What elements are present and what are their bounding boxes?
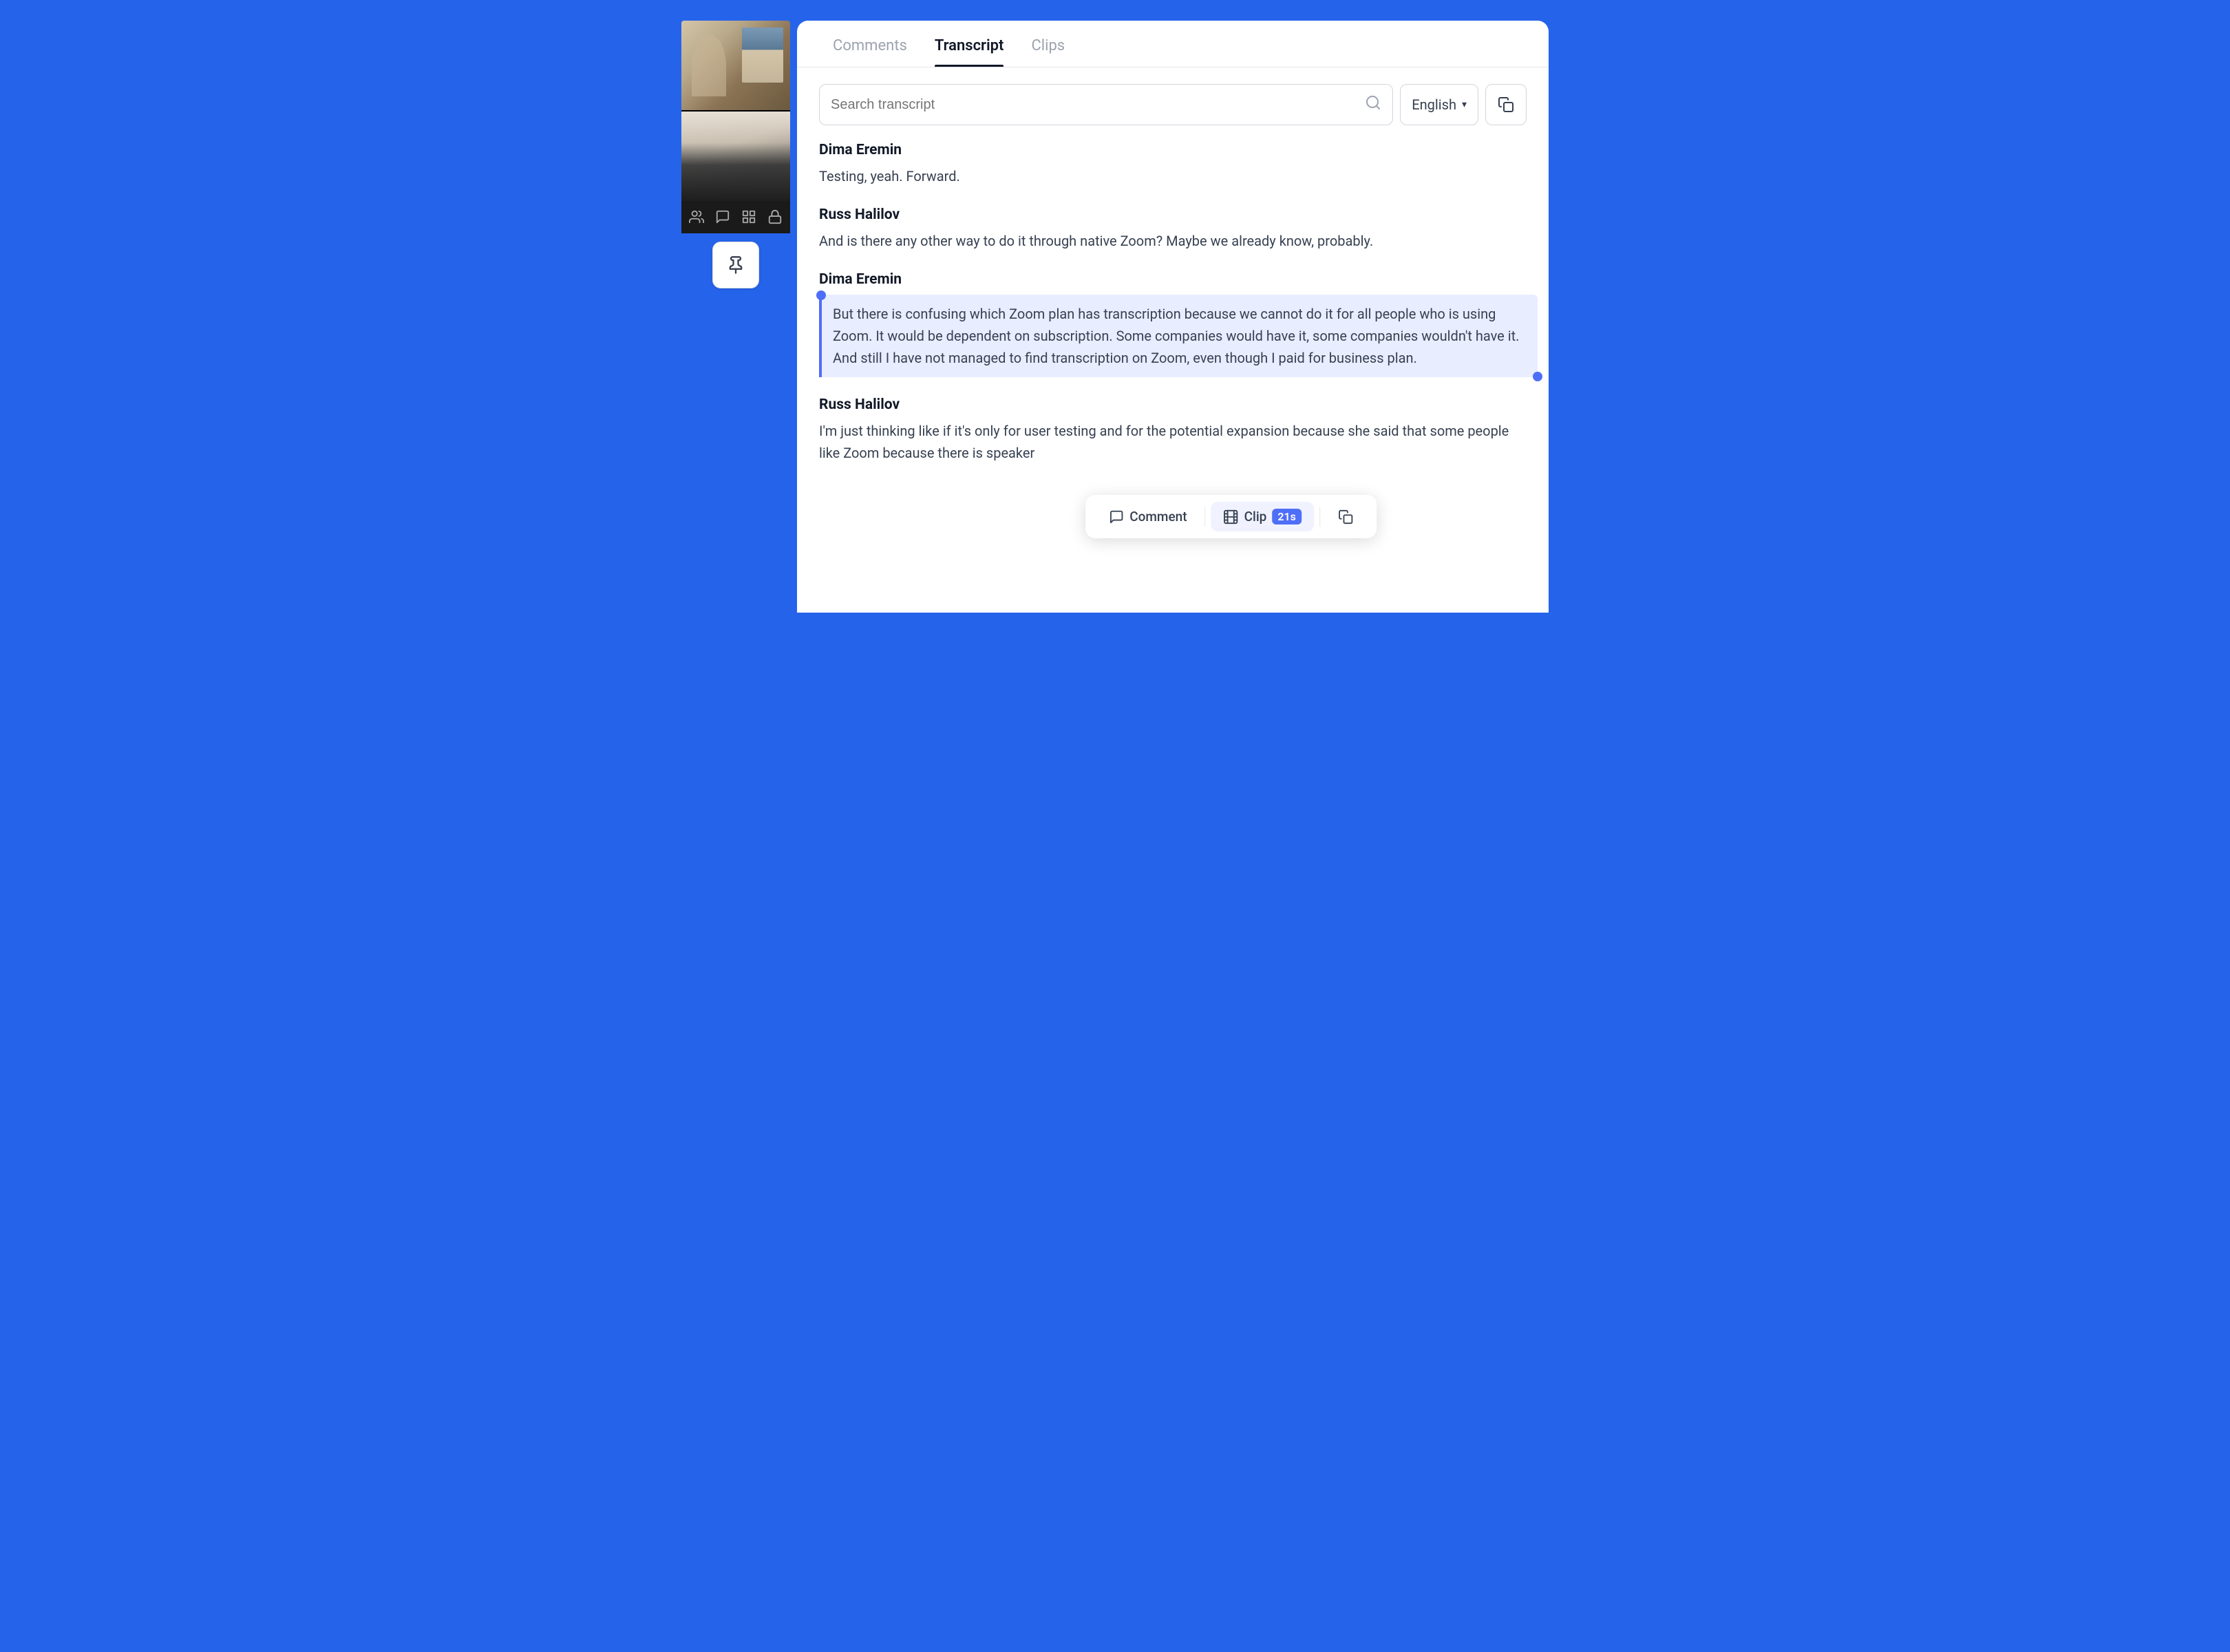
transcript-content: Dima Eremin Testing, yeah. Forward. Russ… (797, 125, 1549, 500)
speaker-name-4: Russ Halilov (819, 396, 1527, 413)
sidebar-controls (681, 201, 790, 233)
users-icon[interactable] (689, 209, 704, 228)
pin-button-area (681, 242, 790, 288)
comment-button-label: Comment (1129, 509, 1187, 525)
highlight-handle-bottom[interactable] (1533, 372, 1542, 381)
chevron-down-icon: ▾ (1462, 99, 1467, 110)
clip-duration-badge: 21s (1272, 509, 1302, 525)
transcript-text-2: And is there any other way to do it thro… (819, 230, 1527, 252)
chat-icon[interactable] (715, 209, 730, 228)
tab-comments[interactable]: Comments (819, 21, 921, 67)
action-separator-2 (1319, 507, 1320, 527)
search-icon (1365, 94, 1381, 115)
action-separator (1205, 507, 1206, 527)
clip-button-label: Clip (1244, 509, 1267, 525)
copy-action-icon (1338, 509, 1353, 525)
speaker-name-1: Dima Eremin (819, 142, 1527, 158)
lock-icon[interactable] (767, 209, 783, 228)
search-input-wrapper (819, 84, 1393, 125)
video-thumbnail-2[interactable] (681, 112, 790, 201)
transcript-entry-2: Russ Halilov And is there any other way … (819, 206, 1527, 252)
tab-clips[interactable]: Clips (1017, 21, 1079, 67)
copy-action-button[interactable] (1326, 502, 1366, 531)
language-selector[interactable]: English ▾ (1400, 84, 1478, 125)
speaker-name-2: Russ Halilov (819, 206, 1527, 223)
grid-icon[interactable] (741, 209, 756, 228)
pin-button[interactable] (712, 242, 759, 288)
action-bar: Comment Clip 21s (1085, 495, 1377, 538)
main-panel: Comments Transcript Clips En (797, 21, 1549, 613)
copy-button[interactable] (1485, 84, 1527, 125)
clip-action-button[interactable]: Clip 21s (1211, 502, 1314, 531)
clip-icon (1224, 509, 1239, 525)
tabs-bar: Comments Transcript Clips (797, 21, 1549, 67)
speaker-name-3: Dima Eremin (819, 271, 1527, 288)
transcript-text-1: Testing, yeah. Forward. (819, 165, 1527, 187)
video-thumbnail-1[interactable] (681, 21, 790, 110)
copy-icon (1498, 96, 1514, 113)
tab-transcript[interactable]: Transcript (921, 21, 1018, 67)
search-area: English ▾ (797, 67, 1549, 125)
highlight-handle-top[interactable] (816, 290, 826, 300)
transcript-text-4: I'm just thinking like if it's only for … (819, 420, 1527, 464)
transcript-entry-4: Russ Halilov I'm just thinking like if i… (819, 396, 1527, 464)
transcript-entry-3: Dima Eremin But there is confusing which… (819, 271, 1527, 377)
pin-icon (726, 255, 745, 275)
transcript-entry-1: Dima Eremin Testing, yeah. Forward. (819, 142, 1527, 187)
sidebar (681, 21, 790, 613)
comment-bubble-icon (1109, 509, 1124, 525)
screen-wrapper: Comments Transcript Clips En (681, 14, 1549, 613)
transcript-text-3: But there is confusing which Zoom plan h… (833, 303, 1527, 369)
highlighted-text-block[interactable]: But there is confusing which Zoom plan h… (819, 295, 1538, 377)
comment-action-button[interactable]: Comment (1096, 502, 1199, 531)
search-input[interactable] (831, 97, 1365, 113)
